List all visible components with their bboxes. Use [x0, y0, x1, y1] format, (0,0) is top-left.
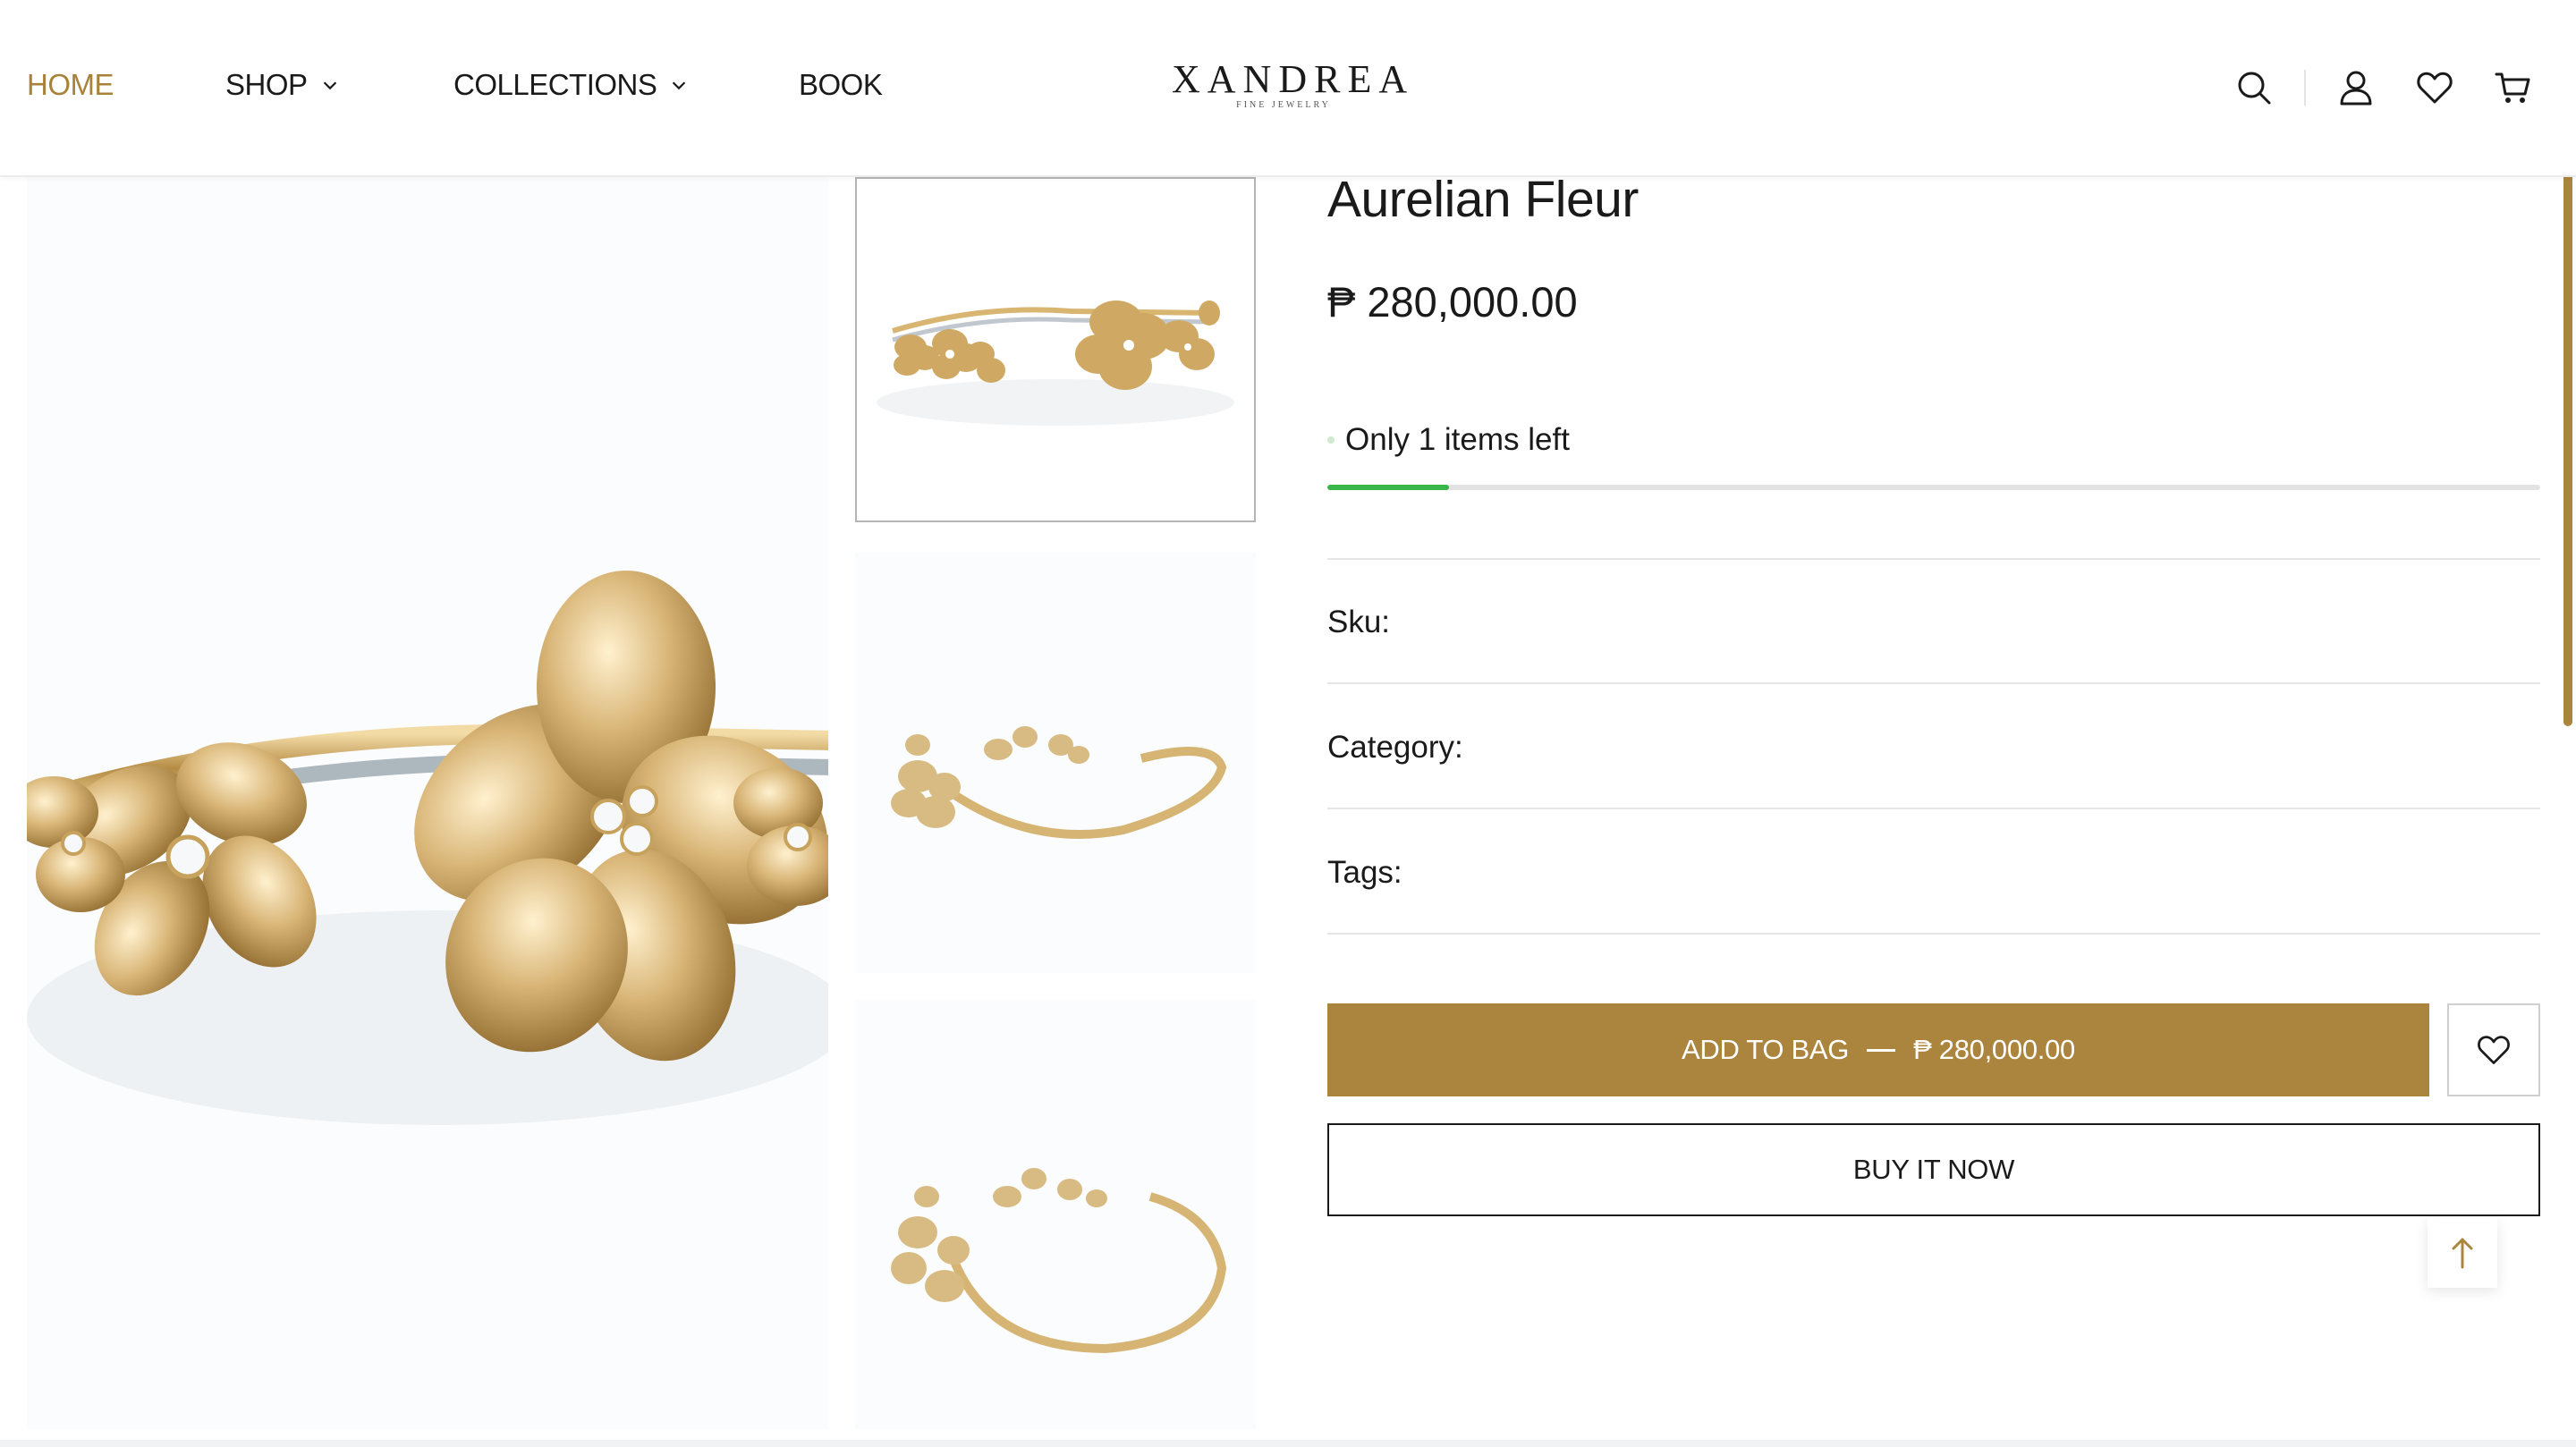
thumbnail-bracelet-side	[855, 553, 1256, 973]
buy-it-now-button[interactable]: BUY IT NOW	[1327, 1123, 2540, 1216]
stock-progress-bar	[1327, 485, 2540, 490]
header-divider	[2304, 70, 2306, 106]
category-label: Category:	[1327, 730, 1463, 765]
nav-collections-label: COLLECTIONS	[453, 68, 657, 101]
search-icon[interactable]	[2234, 68, 2274, 107]
divider	[1327, 808, 2540, 809]
nav-book-label: BOOK	[799, 68, 883, 101]
sku-label: Sku:	[1327, 605, 1391, 639]
stock-status: Only 1 items left	[1327, 422, 1570, 458]
add-to-bag-label: ADD TO BAG	[1682, 1034, 1850, 1065]
nav-home[interactable]: HOME	[27, 68, 114, 102]
add-to-bag-price: ₱ 280,000.00	[1913, 1034, 2075, 1065]
brand-logo[interactable]: XANDREA FINE JEWELRY	[1172, 57, 1415, 111]
back-to-top-button[interactable]	[2428, 1218, 2497, 1288]
cart-icon[interactable]	[2494, 68, 2533, 107]
tags-label: Tags:	[1327, 855, 1402, 890]
account-icon[interactable]	[2336, 68, 2376, 107]
buy-it-now-label: BUY IT NOW	[1852, 1154, 2015, 1185]
stock-text: Only 1 items left	[1345, 422, 1570, 457]
add-to-wishlist-button[interactable]	[2447, 1003, 2540, 1096]
nav-home-label: HOME	[27, 68, 114, 101]
chevron-down-icon	[673, 81, 686, 90]
main-product-image[interactable]	[27, 177, 828, 1429]
page-bottom-edge	[0, 1440, 2576, 1447]
page-scrollbar[interactable]	[2563, 109, 2572, 726]
chevron-down-icon	[323, 81, 336, 90]
thumbnail-bracelet-front	[857, 179, 1254, 520]
nav-book[interactable]: BOOK	[799, 68, 883, 102]
heart-icon	[2478, 1036, 2510, 1064]
product-price: ₱ 280,000.00	[1327, 278, 1578, 326]
nav-shop-label: SHOP	[225, 68, 308, 101]
thumbnail-bracelet-angle	[855, 1000, 1256, 1429]
divider	[1327, 682, 2540, 684]
logo-tagline: FINE JEWELRY	[1236, 100, 1331, 110]
thumbnail-1[interactable]	[855, 177, 1256, 522]
thumbnail-2[interactable]	[855, 553, 1256, 973]
arrow-up-icon	[2452, 1238, 2473, 1269]
nav-shop[interactable]: SHOP	[225, 68, 340, 102]
stock-indicator-dot	[1327, 436, 1335, 444]
add-to-bag-button[interactable]: ADD TO BAG ₱ 280,000.00	[1327, 1003, 2429, 1096]
logo-wordmark: XANDREA	[1172, 57, 1415, 101]
separator-dash	[1867, 1048, 1896, 1052]
bracelet-image	[27, 177, 828, 1429]
site-header: HOME SHOP COLLECTIONS BOOK XANDREA FINE …	[0, 0, 2576, 177]
product-title: Aurelian Fleur	[1327, 171, 1639, 228]
thumbnail-3[interactable]	[855, 1000, 1256, 1429]
nav-collections[interactable]: COLLECTIONS	[453, 68, 689, 102]
stock-progress-fill	[1327, 485, 1449, 490]
divider	[1327, 933, 2540, 935]
wishlist-icon[interactable]	[2415, 68, 2454, 107]
divider	[1327, 558, 2540, 560]
